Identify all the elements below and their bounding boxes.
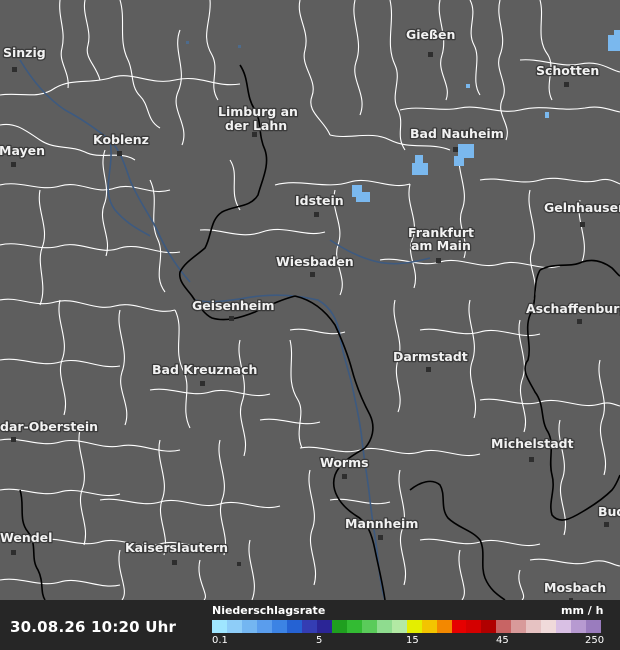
legend-swatch <box>256 620 272 633</box>
legend-swatch <box>316 620 332 633</box>
svg-text:Michelstadt: Michelstadt <box>491 436 574 451</box>
legend-swatch <box>451 620 467 633</box>
svg-text:der Lahn: der Lahn <box>225 118 287 133</box>
svg-text:Bad Kreuznach: Bad Kreuznach <box>152 362 257 377</box>
legend-swatch <box>361 620 377 633</box>
legend-swatch <box>346 620 362 633</box>
legend-tick-15: 15 <box>406 635 419 646</box>
svg-text:Worms: Worms <box>320 455 369 470</box>
legend-tick-45: 45 <box>496 635 509 646</box>
legend-swatch <box>376 620 392 633</box>
legend-swatch <box>526 620 542 633</box>
legend-swatch <box>466 620 482 633</box>
svg-text:Mayen: Mayen <box>0 143 45 158</box>
svg-text:Gelnhausen: Gelnhausen <box>544 200 620 215</box>
svg-text:am Main: am Main <box>411 238 471 253</box>
svg-text:Geisenheim: Geisenheim <box>192 298 275 313</box>
legend-swatch <box>212 620 227 633</box>
svg-text:Wiesbaden: Wiesbaden <box>276 254 354 269</box>
svg-text:Wendel: Wendel <box>0 530 52 545</box>
svg-text:dar-Oberstein: dar-Oberstein <box>0 419 98 434</box>
svg-text:Darmstadt: Darmstadt <box>393 349 468 364</box>
legend-swatch <box>391 620 407 633</box>
legend-swatch <box>496 620 512 633</box>
city-limburg: Limburg an der Lahn <box>217 103 299 137</box>
legend-swatch <box>226 620 242 633</box>
legend-title: Niederschlagsrate <box>212 604 326 617</box>
svg-text:Idstein: Idstein <box>295 193 344 208</box>
svg-text:Aschaffenburg: Aschaffenburg <box>526 301 620 316</box>
legend-swatch <box>286 620 302 633</box>
legend-swatch <box>301 620 317 633</box>
radar-timestamp: 30.08.26 10:20 Uhr <box>10 618 177 636</box>
svg-text:Limburg an: Limburg an <box>218 104 298 119</box>
svg-text:Bad Nauheim: Bad Nauheim <box>410 126 504 141</box>
legend-swatch <box>406 620 422 633</box>
svg-text:Koblenz: Koblenz <box>93 132 149 147</box>
legend-tick-0.1: 0.1 <box>212 635 228 646</box>
legend-swatch <box>541 620 557 633</box>
legend-swatch <box>241 620 257 633</box>
svg-text:Schotten: Schotten <box>536 63 599 78</box>
svg-text:Mannheim: Mannheim <box>345 516 418 531</box>
legend-swatch <box>331 620 347 633</box>
legend-swatch <box>271 620 287 633</box>
legend-swatch <box>586 620 602 633</box>
legend-unit: mm / h <box>561 604 604 617</box>
svg-text:Bud: Bud <box>598 504 620 519</box>
legend-tick-5: 5 <box>316 635 323 646</box>
svg-text:Mosbach: Mosbach <box>544 580 606 595</box>
svg-text:Kaiserslautern: Kaiserslautern <box>125 540 228 555</box>
legend-swatch <box>511 620 527 633</box>
legend-tick-250: 250 <box>585 635 605 646</box>
legend-swatch <box>421 620 437 633</box>
svg-text:Sinzig: Sinzig <box>3 45 46 60</box>
precipitation-radar-map: Sinzig Gießen Schotten Limburg an der La… <box>0 0 620 650</box>
legend-swatch <box>481 620 497 633</box>
map-background <box>0 0 620 650</box>
legend-swatch <box>436 620 452 633</box>
svg-text:Gießen: Gießen <box>406 27 455 42</box>
precipitation-color-scale <box>212 620 602 633</box>
legend-swatch <box>571 620 587 633</box>
legend-swatch <box>556 620 572 633</box>
